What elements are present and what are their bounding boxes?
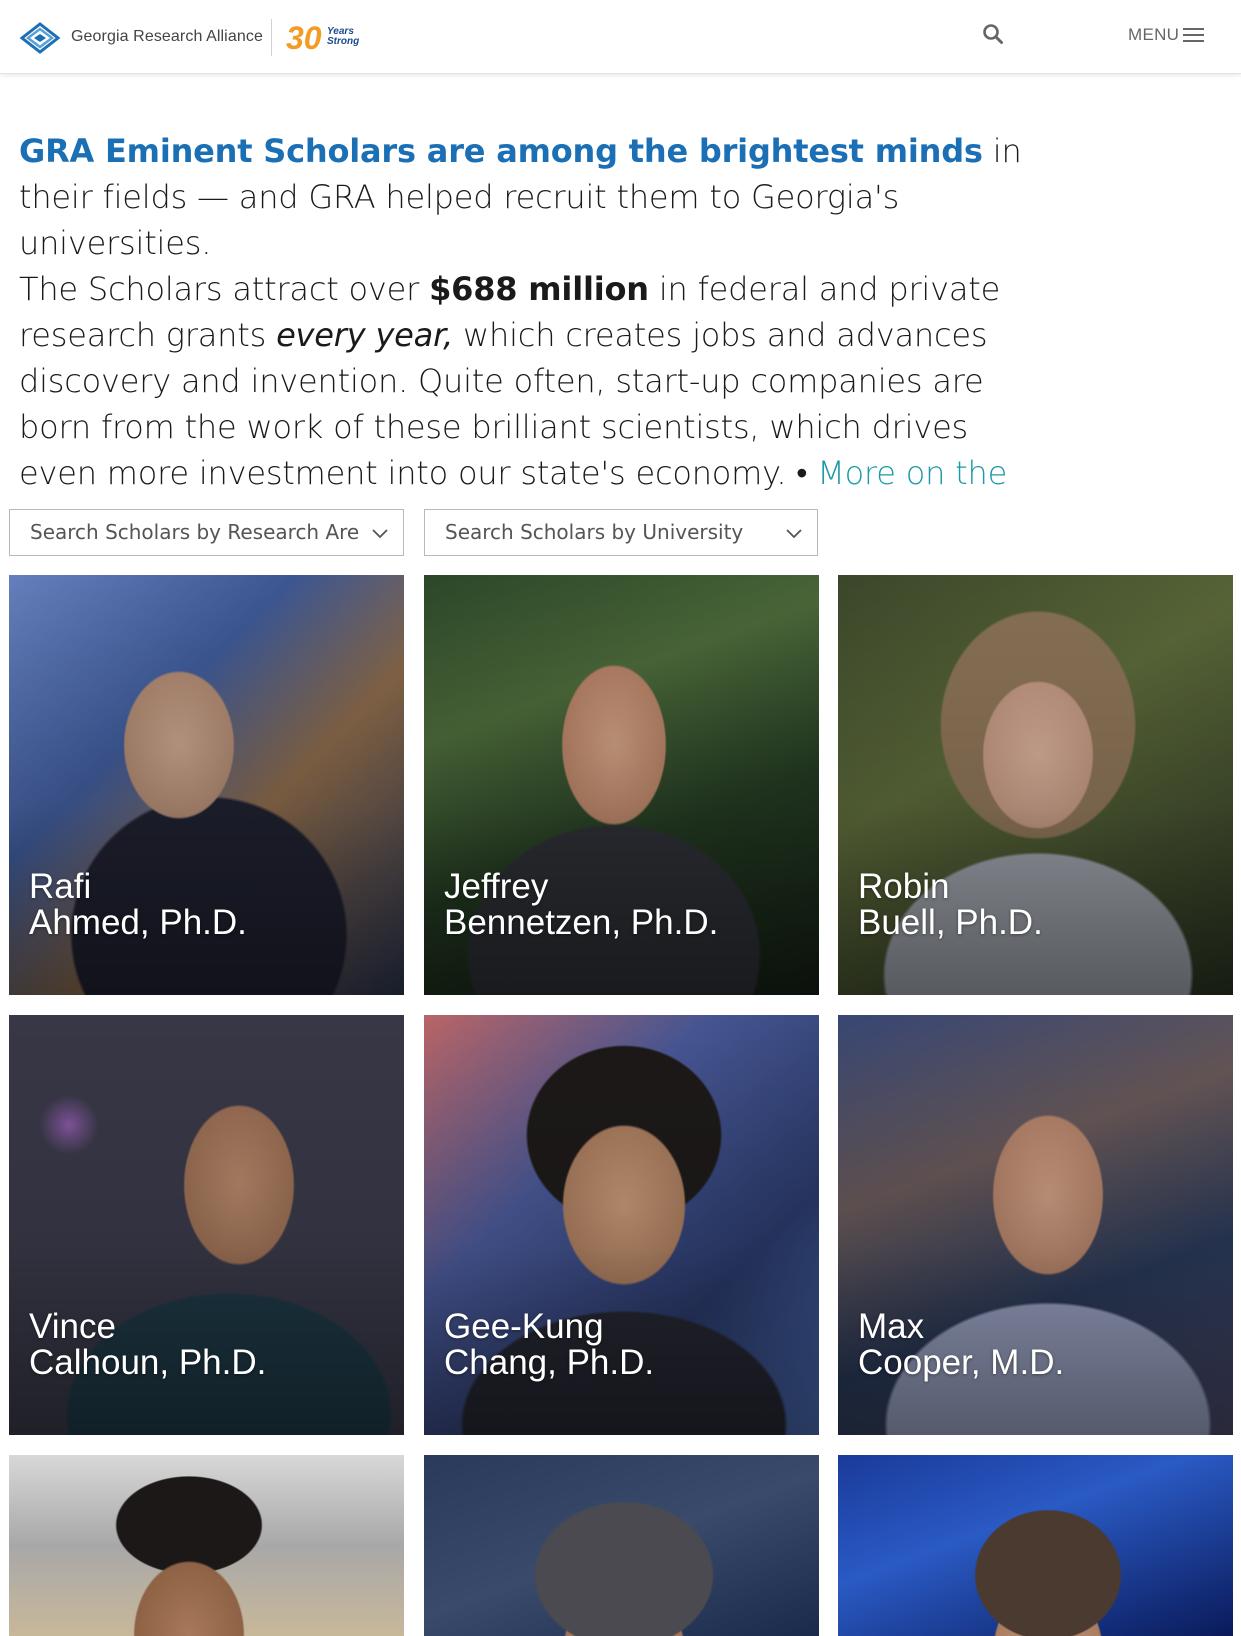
- intro-text-2: The Scholars attract over: [19, 270, 430, 308]
- scholar-card[interactable]: Max Cooper, M.D.: [838, 1015, 1233, 1435]
- intro-emphasis: every year,: [276, 316, 454, 354]
- chevron-down-icon: [786, 529, 802, 539]
- scholar-last-name: Buell, Ph.D.: [858, 903, 1043, 942]
- scholar-name: Max Cooper, M.D.: [858, 1309, 1064, 1381]
- scholar-first-name: Jeffrey: [444, 867, 549, 906]
- site-header: Georgia Research Alliance 30 Years Stron…: [0, 0, 1241, 74]
- scholar-last-name: Calhoun, Ph.D.: [29, 1343, 267, 1382]
- scholar-first-name: Robin: [858, 867, 950, 906]
- scholar-last-name: Chang, Ph.D.: [444, 1343, 655, 1382]
- anniversary-text: Years Strong: [327, 27, 359, 47]
- scholar-last-name: Bennetzen, Ph.D.: [444, 903, 719, 942]
- logo-text[interactable]: Georgia Research Alliance: [71, 28, 263, 46]
- scholar-card[interactable]: Robin Buell, Ph.D.: [838, 575, 1233, 995]
- university-placeholder: Search Scholars by University: [445, 520, 744, 544]
- hamburger-icon: [1183, 27, 1205, 43]
- intro-paragraph: GRA Eminent Scholars are among the brigh…: [19, 128, 1039, 542]
- scholar-first-name: Gee-Kung: [444, 1307, 604, 1346]
- scholar-name: Rafi Ahmed, Ph.D.: [29, 869, 247, 941]
- scholar-card[interactable]: [838, 1455, 1233, 1636]
- scholar-photo: [424, 1455, 819, 1636]
- scholar-first-name: Vince: [29, 1307, 116, 1346]
- scholar-card[interactable]: Gee-Kung Chang, Ph.D.: [424, 1015, 819, 1435]
- scholar-card[interactable]: Rafi Ahmed, Ph.D.: [9, 575, 404, 995]
- scholar-card[interactable]: [424, 1455, 819, 1636]
- university-select[interactable]: Search Scholars by University: [424, 509, 818, 556]
- gra-logo-icon[interactable]: [18, 20, 62, 56]
- intro-lead: GRA Eminent Scholars are among the brigh…: [19, 132, 983, 170]
- scholar-name: Vince Calhoun, Ph.D.: [29, 1309, 266, 1381]
- scholar-card[interactable]: [9, 1455, 404, 1636]
- scholar-name: Robin Buell, Ph.D.: [858, 869, 1043, 941]
- research-area-select[interactable]: Search Scholars by Research Are: [9, 509, 404, 556]
- scholar-first-name: Max: [858, 1307, 925, 1346]
- scholar-photo: [9, 1455, 404, 1636]
- scholar-card[interactable]: Vince Calhoun, Ph.D.: [9, 1015, 404, 1435]
- scholar-card[interactable]: Jeffrey Bennetzen, Ph.D.: [424, 575, 819, 995]
- scholar-photo: [838, 1455, 1233, 1636]
- menu-label: MENU: [1128, 25, 1180, 44]
- anniversary-line-2: Strong: [327, 36, 360, 47]
- scholar-last-name: Ahmed, Ph.D.: [29, 903, 247, 942]
- scholar-name: Jeffrey Bennetzen, Ph.D.: [444, 869, 718, 941]
- research-area-placeholder: Search Scholars by Research Are: [30, 520, 360, 544]
- chevron-down-icon: [372, 529, 388, 539]
- scholar-first-name: Rafi: [29, 867, 92, 906]
- search-icon[interactable]: [981, 22, 1005, 46]
- logo-divider: [271, 19, 272, 56]
- scholar-last-name: Cooper, M.D.: [858, 1343, 1065, 1382]
- anniversary-number: 30: [286, 20, 322, 56]
- funding-amount: $688 million: [429, 270, 649, 308]
- scholar-name: Gee-Kung Chang, Ph.D.: [444, 1309, 654, 1381]
- menu-button[interactable]: MENU: [1128, 23, 1205, 47]
